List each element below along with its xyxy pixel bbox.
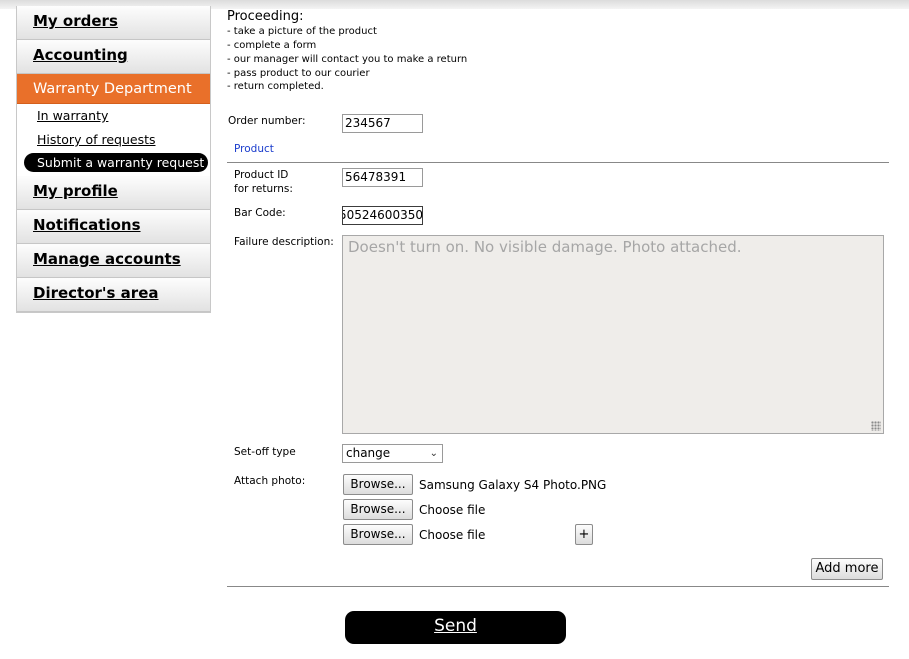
- resize-grip-icon[interactable]: [871, 421, 881, 431]
- sidebar-item-label: My profile: [33, 182, 118, 200]
- sidebar-subitem-in-warranty[interactable]: In warranty: [37, 108, 108, 123]
- file-name: Choose file: [419, 503, 486, 517]
- proceeding-title: Proceeding:: [227, 9, 304, 24]
- sidebar-item-label: Accounting: [33, 46, 128, 64]
- sidebar-item-warranty-department[interactable]: Warranty Department: [17, 74, 210, 104]
- add-file-plus-button[interactable]: +: [575, 524, 593, 545]
- sidebar-item-directors-area[interactable]: Director's area: [17, 278, 210, 312]
- failure-description-label: Failure description:: [234, 236, 334, 248]
- bar-code-label: Bar Code:: [234, 207, 286, 219]
- sidebar-item-manage-accounts[interactable]: Manage accounts: [17, 244, 210, 278]
- set-off-type-label: Set-off type: [234, 446, 296, 458]
- sidebar-item-label: Director's area: [33, 284, 159, 302]
- product-section-heading: Product: [234, 143, 274, 155]
- product-id-label: Product ID for returns:: [234, 168, 293, 196]
- bar-code-input[interactable]: 505246003509: [342, 206, 423, 225]
- proceeding-step: - pass product to our courier: [227, 68, 370, 79]
- set-off-type-value: change: [346, 446, 391, 460]
- divider: [227, 162, 889, 163]
- sidebar-item-label: Manage accounts: [33, 250, 181, 268]
- file-name: Samsung Galaxy S4 Photo.PNG: [419, 478, 607, 492]
- failure-description-textarea[interactable]: Doesn't turn on. No visible damage. Phot…: [342, 235, 884, 434]
- browse-button[interactable]: Browse...: [343, 524, 413, 545]
- product-id-label-line: for returns:: [234, 183, 293, 195]
- sidebar-item-my-orders[interactable]: My orders: [17, 6, 210, 40]
- proceeding-step: - our manager will contact you to make a…: [227, 54, 468, 65]
- sidebar-nav: My orders Accounting Warranty Department…: [16, 6, 211, 313]
- attach-photo-label: Attach photo:: [234, 475, 306, 487]
- proceeding-step: - return completed.: [227, 81, 324, 92]
- sidebar-item-label: Notifications: [33, 216, 141, 234]
- send-button[interactable]: Send: [345, 611, 566, 644]
- browse-button[interactable]: Browse...: [343, 474, 413, 495]
- product-id-label-line: Product ID: [234, 169, 289, 181]
- proceeding-step: - complete a form: [227, 40, 317, 51]
- proceeding-step: - take a picture of the product: [227, 26, 377, 37]
- sidebar-item-notifications[interactable]: Notifications: [17, 210, 210, 244]
- order-number-input[interactable]: 234567: [342, 114, 423, 133]
- order-number-label: Order number:: [228, 115, 306, 127]
- chevron-down-icon: ⌄: [429, 448, 438, 459]
- browse-button[interactable]: Browse...: [343, 499, 413, 520]
- set-off-type-select[interactable]: change ⌄: [342, 444, 443, 463]
- sidebar-subitem-submit-warranty-request[interactable]: Submit a warranty request: [24, 153, 208, 172]
- product-id-input[interactable]: 56478391: [342, 168, 423, 187]
- add-more-button[interactable]: Add more: [811, 558, 883, 580]
- sidebar-item-label: Warranty Department: [33, 81, 192, 97]
- sidebar-item-label: My orders: [33, 12, 118, 30]
- sidebar-subitem-history-of-requests[interactable]: History of requests: [37, 132, 156, 147]
- sidebar-item-my-profile[interactable]: My profile: [17, 176, 210, 210]
- failure-description-placeholder: Doesn't turn on. No visible damage. Phot…: [348, 238, 742, 256]
- sidebar-item-accounting[interactable]: Accounting: [17, 40, 210, 74]
- divider: [227, 586, 889, 587]
- file-name: Choose file: [419, 528, 486, 542]
